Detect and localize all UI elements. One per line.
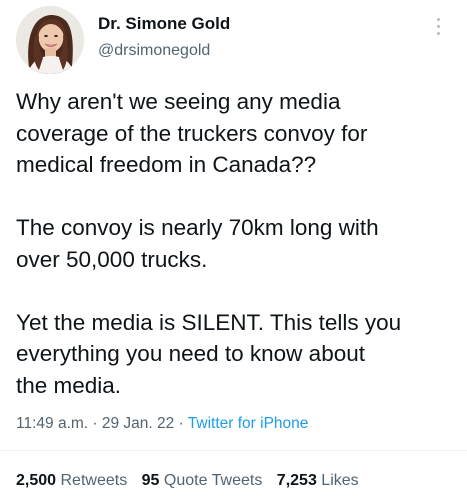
retweets-stat[interactable]: 2,500 Retweets	[16, 471, 127, 491]
author-block: Dr. Simone Gold @drsimonegold	[98, 13, 230, 62]
meta-separator: ·	[174, 415, 188, 432]
vertical-dots-icon	[431, 18, 445, 35]
likes-stat[interactable]: 7,253 Likes	[277, 471, 359, 491]
retweets-count: 2,500	[16, 472, 57, 489]
quote-tweets-count: 95	[141, 472, 160, 489]
divider	[0, 450, 467, 451]
tweet-time[interactable]: 11:49 a.m.	[16, 415, 88, 432]
tweet-paragraph: The convoy is nearly 70km long with over…	[16, 215, 379, 272]
quote-tweets-label: Quote Tweets	[163, 472, 263, 489]
tweet-text: Why aren't we seeing any media coverage …	[16, 86, 456, 401]
likes-label: Likes	[321, 472, 359, 489]
tweet-meta: 11:49 a.m. · 29 Jan. 22 · Twitter for iP…	[16, 414, 308, 434]
retweets-label: Retweets	[60, 472, 128, 489]
tweet-paragraph: Yet the media is SILENT. This tells you …	[16, 309, 402, 398]
meta-separator: ·	[88, 415, 102, 432]
tweet-source-link[interactable]: Twitter for iPhone	[188, 415, 309, 432]
likes-count: 7,253	[276, 472, 317, 489]
profile-photo-icon	[16, 6, 84, 74]
quote-tweets-stat[interactable]: 95 Quote Tweets	[142, 471, 263, 491]
tweet-date[interactable]: 29 Jan. 22	[102, 415, 174, 432]
tweet-paragraph: Why aren't we seeing any media coverage …	[16, 89, 368, 177]
author-handle[interactable]: @drsimonegold	[98, 40, 230, 62]
author-display-name[interactable]: Dr. Simone Gold	[98, 13, 230, 35]
more-options-button[interactable]	[431, 18, 445, 42]
tweet-card: Dr. Simone Gold @drsimonegold Why aren't…	[0, 0, 467, 500]
avatar[interactable]	[16, 6, 84, 74]
engagement-stats: 2,500 Retweets 95 Quote Tweets 7,253 Lik…	[16, 471, 369, 491]
